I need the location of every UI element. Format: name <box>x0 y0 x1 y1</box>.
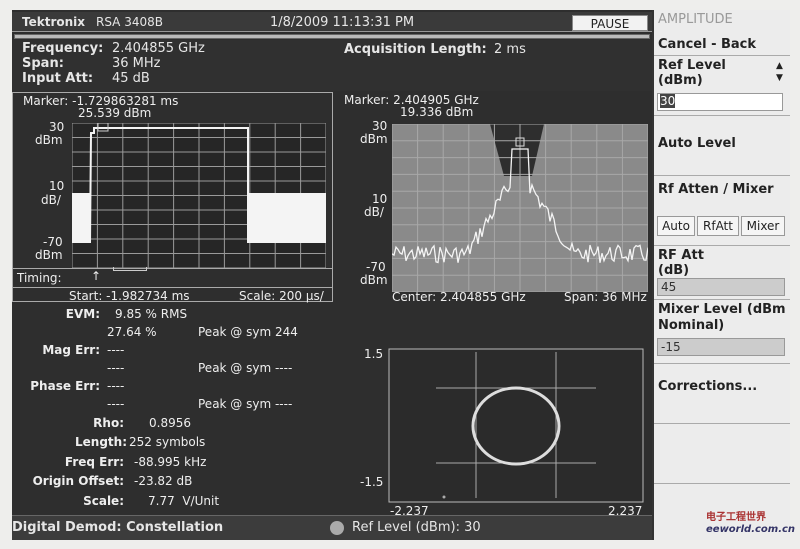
evm-peak-sym: Peak @ sym 244 <box>198 325 298 339</box>
phase-err-peak-sym: Peak @ sym ---- <box>198 397 293 411</box>
length-value: 252 symbols <box>129 435 206 449</box>
rf-att-input[interactable]: 45 <box>657 278 785 296</box>
input-att-label: Input Att: <box>22 71 94 86</box>
menu-title: AMPLITUDE <box>658 12 733 27</box>
phase-err-label: Phase Err: <box>30 379 100 393</box>
time-y-bottom: -70 <box>43 235 63 249</box>
spectrum-y-div: 10 <box>372 192 388 206</box>
mag-err-peak-sym: Peak @ sym ---- <box>198 361 293 375</box>
spectrum-panel: Marker: 2.404905 GHz 19.336 dBm 30 dBm 1… <box>334 92 652 304</box>
spectrum-y-div-unit: dB/ <box>364 205 384 219</box>
datetime: 1/8/2009 11:13:31 PM <box>270 15 415 30</box>
evm-label: EVM: <box>65 307 100 321</box>
spectrum-y-bottom-unit: dBm <box>360 273 388 287</box>
ref-level-input[interactable]: 30 <box>657 93 783 111</box>
time-y-top: 30 <box>49 120 65 134</box>
scale-value: 7.77 V/Unit <box>148 494 220 508</box>
amplitude-menu: AMPLITUDE Cancel - Back Ref Level (dBm) … <box>652 10 795 540</box>
origin-offset-label: Origin Offset: <box>32 474 124 488</box>
rho-value: 0.8956 <box>149 416 191 430</box>
pause-button[interactable]: PAUSE <box>572 15 648 31</box>
spectrum-plot[interactable] <box>392 124 648 292</box>
ref-level-status: Ref Level (dBm): 30 <box>352 520 481 535</box>
constellation-y-min: -1.5 <box>360 475 384 489</box>
spin-arrows-icon[interactable]: ▲ ▼ <box>776 60 783 84</box>
empty-menu-slot <box>654 424 790 484</box>
status-bar: Digital Demod: Constellation Ref Level (… <box>12 515 652 540</box>
rho-label: Rho: <box>93 416 124 430</box>
constellation-plot[interactable] <box>388 348 644 503</box>
burst-noise-left <box>72 193 90 243</box>
constellation-y-max: 1.5 <box>364 347 384 361</box>
scale-label: Scale: <box>83 494 124 508</box>
time-start: Start: -1.982734 ms <box>69 289 190 303</box>
time-domain-plot[interactable] <box>72 123 326 268</box>
freq-err-value: -88.995 kHz <box>134 455 207 469</box>
time-y-top-unit: dBm <box>35 133 63 147</box>
mag-err-peak: ---- <box>107 361 125 375</box>
seg-mixer-button[interactable]: Mixer <box>741 216 785 236</box>
spectrum-marker-level: 19.336 dBm <box>400 105 474 119</box>
acquisition-length-value: 2 ms <box>494 42 526 57</box>
seg-auto-button[interactable]: Auto <box>657 216 695 236</box>
spectrum-y-top: 30 <box>372 119 388 133</box>
time-y-div: 10 <box>49 179 65 193</box>
evm-peak: 27.64 % <box>107 325 157 339</box>
spectrum-span: Span: 36 MHz <box>564 290 647 304</box>
phase-err-peak: ---- <box>107 397 125 411</box>
phase-err: ---- <box>107 379 125 393</box>
auto-level-button[interactable]: Auto Level <box>654 116 790 176</box>
plot-frame <box>388 348 644 503</box>
time-domain-panel: Marker: -1.729863281 ms 25.539 dBm 30 dB… <box>12 92 333 303</box>
rf-att-control[interactable]: RF Att (dB) 45 <box>654 246 790 300</box>
spectrum-y-bottom: -70 <box>366 260 386 274</box>
ref-level-control[interactable]: Ref Level (dBm) ▲ ▼ 30 <box>654 56 790 116</box>
info-panel: Frequency: 2.404855 GHz Span: 36 MHz Inp… <box>12 40 652 91</box>
acquisition-progress-bar <box>14 34 650 39</box>
frequency-value: 2.404855 GHz <box>112 41 205 56</box>
time-marker-level: 25.539 dBm <box>78 106 152 120</box>
time-y-div-unit: dB/ <box>41 193 61 207</box>
timing-label: Timing: <box>17 271 62 285</box>
timing-marker-icon: ↑ <box>91 269 102 283</box>
time-y-bottom-unit: dBm <box>35 248 63 262</box>
freq-err-label: Freq Err: <box>64 455 124 469</box>
spectrum-y-top-unit: dBm <box>360 132 388 146</box>
input-att-value: 45 dB <box>112 71 150 86</box>
acquisition-length-label: Acquisition Length: <box>344 42 487 57</box>
rf-atten-mixer-label: Rf Atten / Mixer <box>658 182 774 197</box>
rf-atten-mixer-control: Rf Atten / Mixer Auto RfAtt Mixer <box>654 176 790 246</box>
span-value: 36 MHz <box>112 56 161 71</box>
spectrum-center: Center: 2.404855 GHz <box>392 290 526 304</box>
mode-label: Digital Demod: Constellation <box>12 520 224 535</box>
mixer-level-control[interactable]: Mixer Level (dBm Nominal) -15 <box>654 300 790 364</box>
corrections-button[interactable]: Corrections... <box>654 364 790 424</box>
mag-err-label: Mag Err: <box>42 343 100 357</box>
mixer-level-label: Mixer Level (dBm Nominal) <box>658 302 786 333</box>
cancel-back-button[interactable]: Cancel - Back <box>654 34 790 56</box>
burst-noise-right <box>248 193 326 243</box>
length-label: Length: <box>75 435 127 449</box>
mag-err: ---- <box>107 343 125 357</box>
timing-bar: Timing: ↑ <box>13 267 332 288</box>
analyzer-screen: Tektronix RSA 3408B 1/8/2009 11:13:31 PM… <box>12 10 652 540</box>
model-name: RSA 3408B <box>96 15 163 29</box>
rf-att-label: RF Att (dB) <box>658 248 704 278</box>
knob-icon <box>330 521 344 535</box>
seg-rfatt-button[interactable]: RfAtt <box>697 216 739 236</box>
timing-range-bracket <box>113 267 147 271</box>
ref-level-label: Ref Level (dBm) <box>658 58 726 88</box>
frequency-label: Frequency: <box>22 41 104 56</box>
constellation-point <box>442 495 446 499</box>
evm-rms: 9.85 % RMS <box>115 307 188 321</box>
measurements-panel: EVM: 9.85 % RMS 27.64 % Peak @ sym 244 M… <box>12 304 332 514</box>
watermark-logo: 电子工程世界 eeworld.com.cn <box>706 512 796 535</box>
span-label: Span: <box>22 56 64 71</box>
time-scale: Scale: 200 µs/ <box>239 289 324 303</box>
brand-logo: Tektronix <box>22 15 86 29</box>
mixer-level-input[interactable]: -15 <box>657 338 785 356</box>
origin-offset-value: -23.82 dB <box>134 474 193 488</box>
title-bar: Tektronix RSA 3408B 1/8/2009 11:13:31 PM… <box>12 12 652 32</box>
